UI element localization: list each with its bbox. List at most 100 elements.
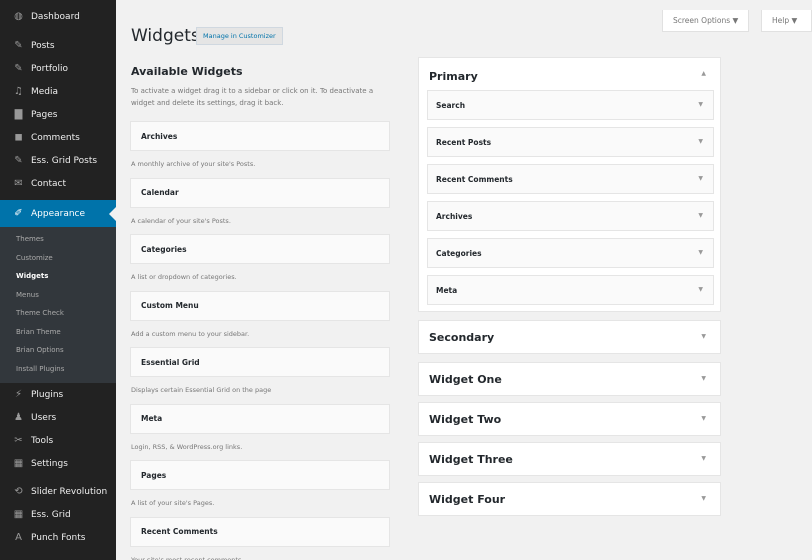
submenu-item-themes[interactable]: Themes [0, 230, 116, 249]
sidebar-area-primary: Primary ▲ Search ▼ Recent Posts ▼ Recent Comme… [418, 57, 721, 312]
sidebar-area-widget-two[interactable]: Widget Two ▼ [418, 402, 721, 436]
available-widget[interactable]: Categories [130, 234, 390, 264]
submenu-item-menus[interactable]: Menus [0, 286, 116, 305]
page-icon: ▇ [14, 108, 23, 120]
grid-icon: ▦ [13, 508, 24, 520]
available-widget[interactable]: Recent Comments [130, 516, 390, 547]
available-widget[interactable]: Custom Menu [130, 290, 390, 321]
available-widget[interactable]: Essential Grid [130, 347, 390, 377]
sidebar-area-title[interactable]: Primary [429, 70, 478, 83]
pin-icon: ✎ [14, 39, 23, 51]
chevron-down-icon[interactable]: ▼ [698, 249, 703, 256]
sidebar-item-contact[interactable]: ✉ Contact [0, 172, 116, 195]
available-widget[interactable]: Archives [130, 121, 390, 151]
sidebar-item-appearance[interactable]: ✐ Appearance [0, 200, 116, 227]
sidebar-item-users[interactable]: ♟ Users [0, 406, 116, 429]
admin-sidebar: ◍ Dashboard ✎ Posts ✎ Portfolio ♫ Media ▇ Pages ◼ C… [0, 0, 116, 560]
sidebar-item-label: Settings [31, 458, 68, 469]
sidebar-item-plugins[interactable]: ⚡ Plugins [0, 383, 116, 406]
submenu-item-brian-theme[interactable]: Brian Theme [0, 323, 116, 342]
sidebar-area-widget-four[interactable]: Widget Four ▼ [418, 482, 721, 516]
sidebar-item-label: Plugins [31, 389, 64, 400]
sidebar-item-posts[interactable]: ✎ Posts [0, 34, 116, 57]
comment-icon: ◼ [14, 131, 23, 143]
sidebar-item-ess-grid-posts[interactable]: ✎ Ess. Grid Posts [0, 149, 116, 172]
sidebar-widget[interactable]: Categories ▼ [427, 238, 714, 268]
sidebar-item-media[interactable]: ♫ Media [0, 80, 116, 103]
sidebar-item-ess-grid[interactable]: ▦ Ess. Grid [0, 503, 116, 526]
chevron-down-icon[interactable]: ▼ [698, 286, 703, 293]
refresh-icon: ⟲ [14, 485, 23, 497]
sidebar-area-widget-one[interactable]: Widget One ▼ [418, 362, 721, 396]
help-button[interactable]: Help ▼ [761, 10, 812, 32]
sidebar-item-label: Comments [31, 132, 80, 143]
sidebar-area-title: Widget Two [429, 413, 502, 426]
sidebar-item-label: Contact [31, 178, 67, 189]
chevron-up-icon[interactable]: ▲ [701, 70, 706, 77]
sidebar-widget[interactable]: Recent Comments ▼ [427, 164, 714, 194]
available-widget[interactable]: Meta [130, 403, 390, 434]
chevron-down-icon[interactable]: ▼ [701, 415, 706, 422]
sidebar-item-dashboard[interactable]: ◍ Dashboard [0, 0, 116, 34]
settings-icon: ▦ [13, 457, 24, 469]
chevron-down-icon[interactable]: ▼ [701, 495, 706, 502]
pin-icon: ✎ [14, 154, 23, 166]
sidebar-widget[interactable]: Archives ▼ [427, 201, 714, 231]
sidebar-item-label: Posts [31, 40, 55, 51]
sidebar-item-punch-fonts[interactable]: A Punch Fonts [0, 526, 116, 549]
chevron-down-icon[interactable]: ▼ [698, 175, 703, 182]
plugin-icon: ⚡ [14, 388, 23, 400]
font-icon: A [15, 531, 22, 543]
chevron-down-icon[interactable]: ▼ [698, 212, 703, 219]
available-widgets-description: To activate a widget drag it to a sideba… [131, 87, 374, 107]
available-widget[interactable]: Calendar [130, 177, 390, 208]
available-widget[interactable]: Pages [130, 460, 390, 490]
chevron-down-icon[interactable]: ▼ [701, 455, 706, 462]
submenu-item-widgets[interactable]: Widgets [0, 267, 116, 286]
available-widget-description: Displays certain Essential Grid on the p… [131, 386, 272, 394]
manage-in-customizer-button[interactable]: Manage in Customizer [196, 27, 283, 45]
sidebar-widget[interactable]: Search ▼ [427, 90, 714, 120]
sidebar-item-label: Portfolio [31, 63, 69, 74]
sidebar-area-secondary[interactable]: Secondary ▼ [418, 320, 721, 354]
sidebar-area-widget-three[interactable]: Widget Three ▼ [418, 442, 721, 476]
sidebar-widget[interactable]: Meta ▼ [427, 275, 714, 305]
submenu-item-install-plugins[interactable]: Install Plugins [0, 360, 116, 379]
sidebar-item-label: Appearance [31, 208, 86, 219]
available-widget-description: A list or dropdown of categories. [131, 273, 237, 281]
screen-options-button[interactable]: Screen Options ▼ [662, 10, 750, 32]
sidebar-item-portfolio[interactable]: ✎ Portfolio [0, 57, 116, 80]
sidebar-item-comments[interactable]: ◼ Comments [0, 126, 116, 149]
available-widget-description: A calendar of your site's Posts. [131, 216, 231, 225]
chevron-down-icon[interactable]: ▼ [698, 138, 703, 145]
paintbrush-icon: ✐ [14, 207, 23, 219]
chevron-down-icon[interactable]: ▼ [698, 101, 703, 108]
media-icon: ♫ [14, 85, 23, 97]
sidebar-item-label: Ess. Grid [31, 509, 71, 520]
available-widget-description: Add a custom menu to your sidebar. [131, 329, 250, 338]
sidebar-item-settings[interactable]: ▦ Settings [0, 452, 116, 475]
sidebar-widget[interactable]: Recent Posts ▼ [427, 127, 714, 157]
page-title: Widgets [131, 26, 200, 46]
sidebar-area-title: Widget One [429, 373, 502, 386]
sidebar-item-label: Pages [31, 109, 58, 120]
sidebar-item-label: Ess. Grid Posts [31, 155, 98, 166]
sidebar-item-tools[interactable]: ✂ Tools [0, 429, 116, 452]
available-widgets-title: Available Widgets [131, 65, 243, 78]
sidebar-item-slider-revolution[interactable]: ⟲ Slider Revolution [0, 480, 116, 503]
submenu-item-theme-check[interactable]: Theme Check [0, 304, 116, 323]
pin-icon: ✎ [14, 62, 23, 74]
mail-icon: ✉ [14, 177, 23, 189]
chevron-down-icon[interactable]: ▼ [701, 333, 706, 340]
submenu-item-brian-options[interactable]: Brian Options [0, 341, 116, 360]
submenu-item-customize[interactable]: Customize [0, 249, 116, 268]
sidebar-item-label: Media [31, 86, 59, 97]
user-icon: ♟ [14, 411, 23, 423]
sidebar-item-label: Dashboard [31, 12, 80, 22]
appearance-submenu: Themes Customize Widgets Menus Theme Check Br… [0, 227, 116, 383]
sidebar-area-title: Widget Three [429, 453, 513, 466]
sidebar-item-label: Tools [31, 435, 54, 446]
sidebar-item-label: Punch Fonts [31, 532, 86, 543]
chevron-down-icon[interactable]: ▼ [701, 375, 706, 382]
sidebar-item-pages[interactable]: ▇ Pages [0, 103, 116, 126]
